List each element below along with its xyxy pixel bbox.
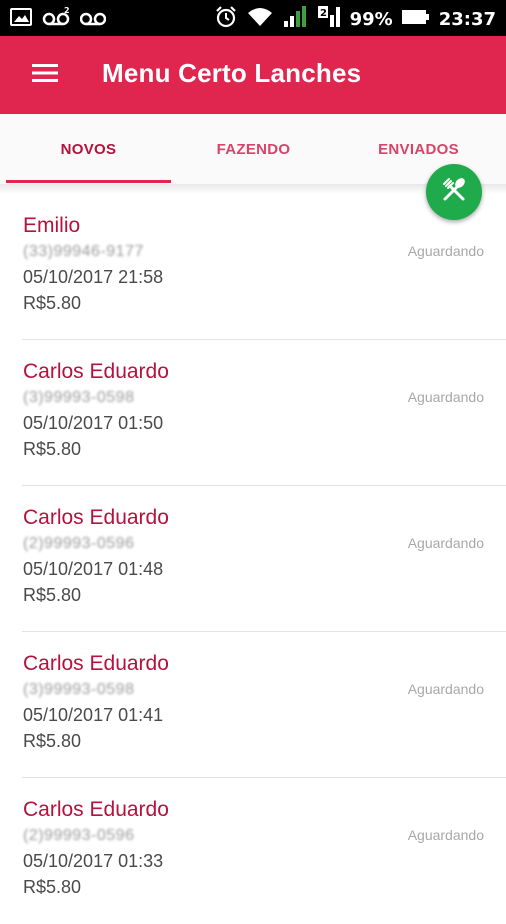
order-price: R$5.80 (23, 439, 82, 459)
order-status: Aguardando (407, 535, 484, 551)
order-datetime: 05/10/2017 21:58 (23, 267, 164, 287)
battery-percent: 99% (349, 9, 393, 30)
wifi-icon (246, 6, 274, 33)
customer-phone: (3)99993-0598 (23, 389, 135, 406)
order-datetime: 05/10/2017 01:41 (23, 705, 164, 725)
order-status: Aguardando (407, 827, 484, 843)
app-bar: Menu Certo Lanches (0, 36, 506, 114)
order-item[interactable]: Emilio (33)99946-9177 05/10/2017 21:58 R… (0, 194, 506, 340)
customer-name: Emilio (23, 214, 81, 237)
svg-text:2: 2 (64, 6, 70, 15)
customer-name: Carlos Eduardo (23, 798, 169, 821)
app-title: Menu Certo Lanches (102, 58, 362, 88)
customer-phone: (2)99993-0596 (23, 535, 135, 552)
alarm-icon (214, 5, 238, 34)
clock: 23:37 (438, 9, 496, 30)
order-price: R$5.80 (23, 293, 82, 313)
customer-phone: (2)99993-0596 (23, 827, 135, 844)
customer-name: Carlos Eduardo (23, 652, 169, 675)
order-list: Emilio (33)99946-9177 05/10/2017 21:58 R… (0, 194, 506, 924)
order-price: R$5.80 (23, 731, 82, 751)
status-bar: 2 2 99% 23:37 (0, 0, 506, 36)
order-datetime: 05/10/2017 01:33 (23, 851, 164, 871)
customer-name: Carlos Eduardo (23, 506, 169, 529)
order-datetime: 05/10/2017 01:50 (23, 413, 164, 433)
customer-phone: (33)99946-9177 (23, 243, 144, 260)
signal-2-icon: 2 (316, 5, 342, 34)
fork-knife-icon (439, 175, 469, 210)
order-status: Aguardando (407, 681, 484, 697)
hamburger-icon (32, 63, 58, 88)
order-status: Aguardando (407, 389, 484, 405)
signal-icon (282, 5, 308, 34)
order-datetime: 05/10/2017 01:48 (23, 559, 164, 579)
tab-enviados[interactable]: ENVIADOS (336, 114, 501, 184)
order-item[interactable]: Carlos Eduardo (2)99993-0596 05/10/2017 … (0, 486, 506, 632)
battery-icon (401, 8, 431, 31)
tab-fazendo[interactable]: FAZENDO (171, 114, 336, 184)
tab-bar: NOVOS FAZENDO ENVIADOS (0, 114, 506, 184)
order-item[interactable]: Carlos Eduardo (2)99993-0596 05/10/2017 … (0, 778, 506, 924)
order-status: Aguardando (407, 243, 484, 259)
order-price: R$5.80 (23, 585, 82, 605)
tab-novos[interactable]: NOVOS (6, 114, 171, 184)
order-item[interactable]: Carlos Eduardo (3)99993-0598 05/10/2017 … (0, 340, 506, 486)
fab-menu-button[interactable] (426, 164, 482, 220)
image-icon (10, 8, 32, 31)
svg-text:2: 2 (320, 8, 327, 19)
order-item[interactable]: Carlos Eduardo (3)99993-0598 05/10/2017 … (0, 632, 506, 778)
customer-name: Carlos Eduardo (23, 360, 169, 383)
order-price: R$5.80 (23, 877, 82, 897)
active-tab-indicator (6, 180, 171, 183)
menu-button[interactable] (22, 58, 68, 92)
voicemail-icon: 2 (42, 6, 70, 33)
customer-phone: (3)99993-0598 (23, 681, 135, 698)
voicemail-icon (79, 6, 107, 33)
